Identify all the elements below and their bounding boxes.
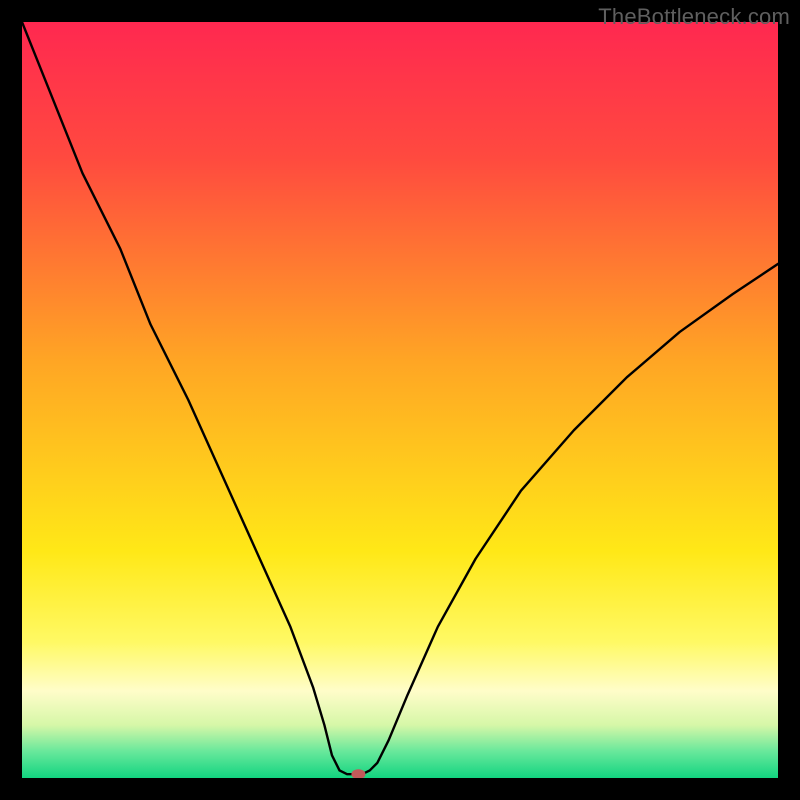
- watermark-text: TheBottleneck.com: [598, 4, 790, 30]
- chart-background: [22, 22, 778, 778]
- chart-frame: TheBottleneck.com: [0, 0, 800, 800]
- chart-svg: [22, 22, 778, 778]
- plot-area: [22, 22, 778, 778]
